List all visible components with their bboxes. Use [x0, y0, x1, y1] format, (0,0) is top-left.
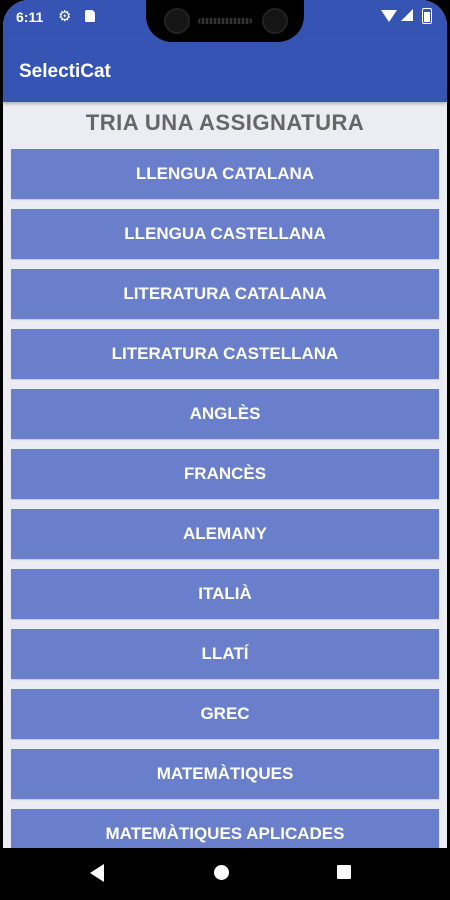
subject-button-matematiques[interactable]: MATEMÀTIQUES: [11, 749, 439, 799]
subject-button-llati[interactable]: LLATÍ: [11, 629, 439, 679]
app-bar: SelectiCat: [3, 34, 447, 102]
subject-button-matematiques-aplicades[interactable]: MATEMÀTIQUES APLICADES: [11, 809, 439, 848]
subject-list: LLENGUA CATALANA LLENGUA CASTELLANA LITE…: [11, 149, 439, 848]
battery-icon: [422, 8, 432, 24]
camera-notch: [146, 0, 304, 42]
navigation-bar: [0, 848, 450, 900]
subject-button-alemany[interactable]: ALEMANY: [11, 509, 439, 559]
sd-card-icon: [85, 10, 95, 22]
page-heading: TRIA UNA ASSIGNATURA: [85, 110, 365, 135]
subject-button-angles[interactable]: ANGLÈS: [11, 389, 439, 439]
subject-button-llengua-catalana[interactable]: LLENGUA CATALANA: [11, 149, 439, 199]
earpiece-speaker: [198, 18, 252, 24]
gear-icon: ⚙: [58, 8, 72, 25]
signal-icon: [401, 9, 413, 21]
status-time: 6:11: [16, 9, 44, 25]
recent-apps-icon[interactable]: [337, 865, 351, 879]
home-icon[interactable]: [214, 865, 229, 880]
wifi-icon: [381, 10, 397, 22]
app-screen: 6:11 ⚙ SelectiCat TRIA UNA ASSIGNATURA L…: [3, 0, 447, 848]
front-camera-icon: [164, 8, 190, 34]
subject-button-literatura-catalana[interactable]: LITERATURA CATALANA: [11, 269, 439, 319]
app-title: SelectiCat: [19, 61, 111, 82]
subject-button-grec[interactable]: GREC: [11, 689, 439, 739]
subject-button-literatura-castellana[interactable]: LITERATURA CASTELLANA: [11, 329, 439, 379]
phone-frame: 6:11 ⚙ SelectiCat TRIA UNA ASSIGNATURA L…: [0, 0, 450, 900]
back-icon[interactable]: [90, 864, 104, 882]
sensor-icon: [262, 8, 288, 34]
subject-button-italia[interactable]: ITALIÀ: [11, 569, 439, 619]
subject-button-llengua-castellana[interactable]: LLENGUA CASTELLANA: [11, 209, 439, 259]
subject-button-frances[interactable]: FRANCÈS: [11, 449, 439, 499]
